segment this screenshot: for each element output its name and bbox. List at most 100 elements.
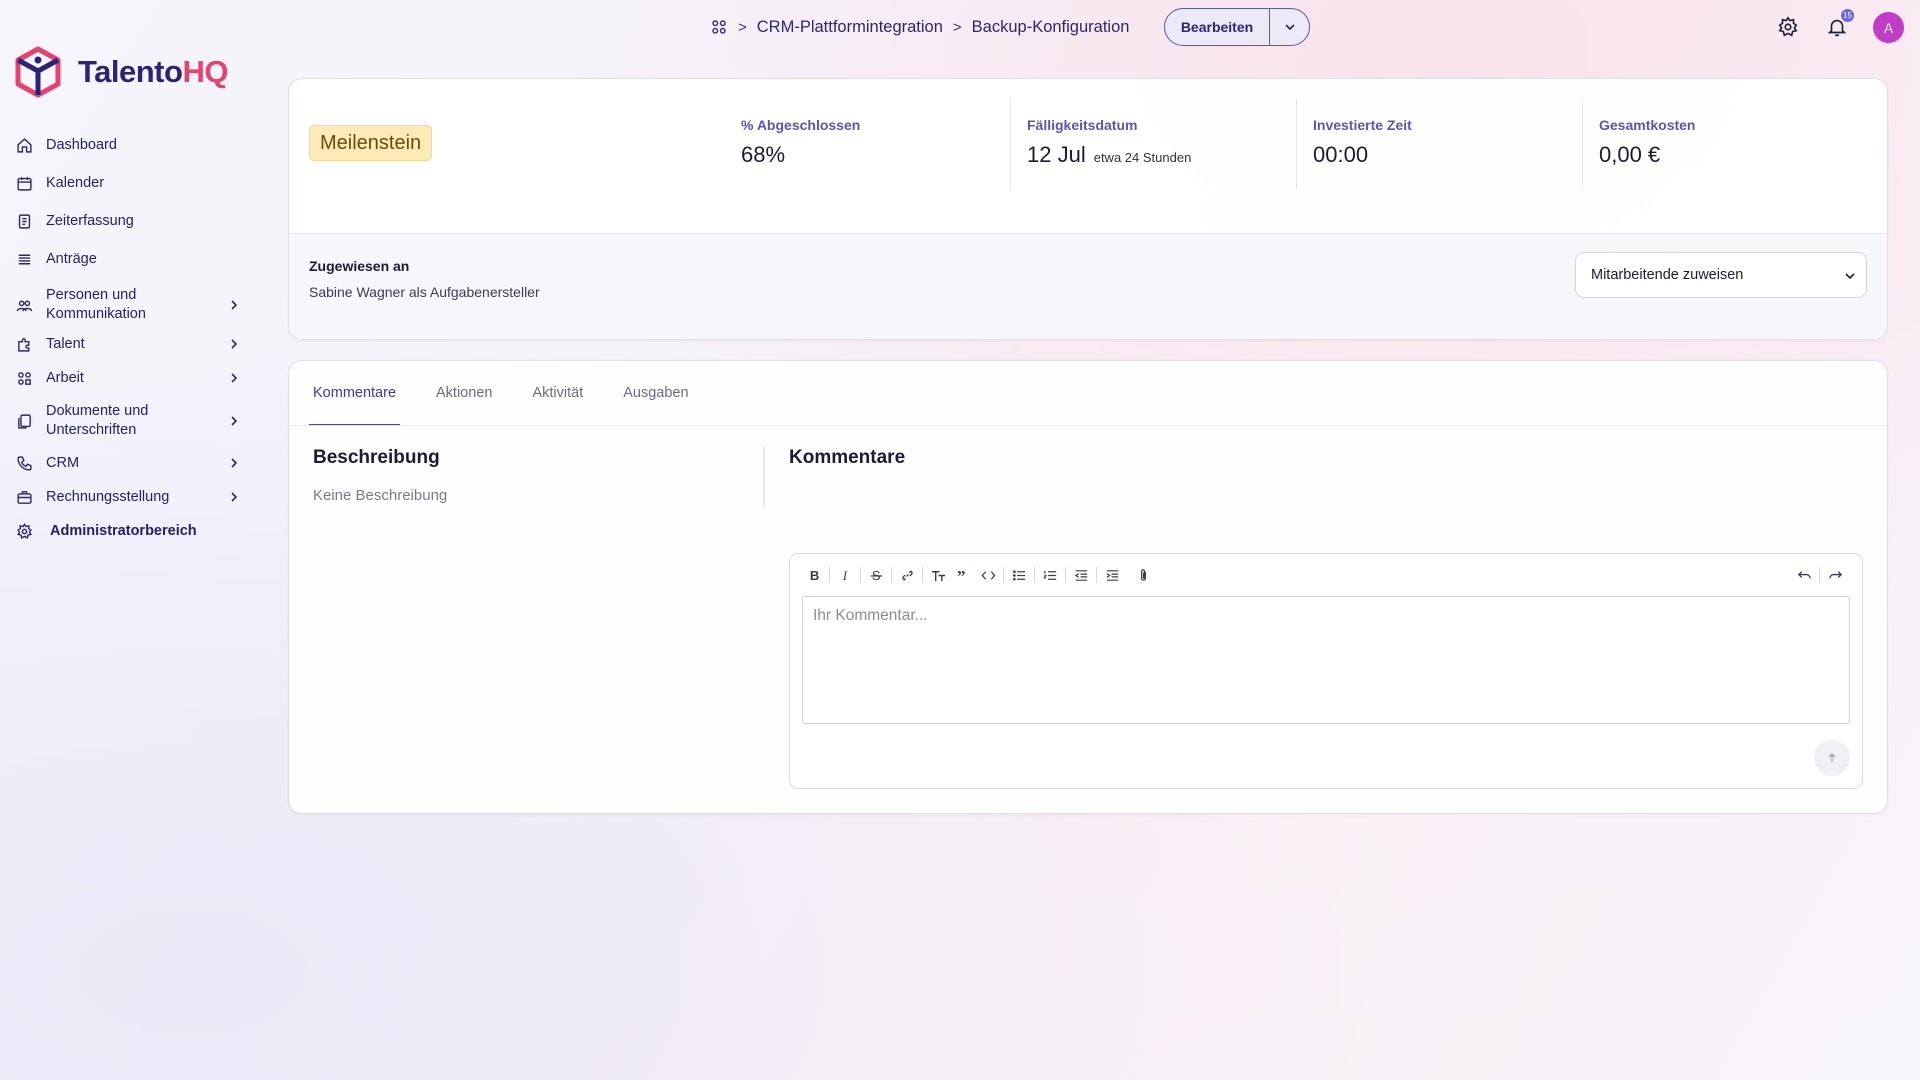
italic-icon: I: [841, 568, 847, 583]
chevron-down-icon: [1284, 24, 1295, 31]
sidebar-item-label: Dokumente und Unterschriften: [46, 403, 149, 438]
puzzle-icon: [12, 334, 40, 354]
breadcrumb-item-project[interactable]: CRM-Plattformintegration: [757, 18, 943, 37]
tab-aktionen[interactable]: Aktionen: [432, 361, 496, 425]
undo-icon: [1797, 570, 1811, 578]
sidebar-item-administratorbereich[interactable]: Administratorbereich: [12, 519, 244, 543]
sidebar-item-label: Zeiterfassung: [46, 212, 134, 229]
edit-dropdown-button[interactable]: [1269, 9, 1309, 45]
strikethrough-button[interactable]: S: [866, 564, 886, 586]
task-stats-row: Meilenstein % Abgeschlossen 68% Fälligke…: [289, 79, 1887, 233]
arrow-up-icon: [1828, 753, 1836, 762]
notification-count-badge: 15: [1841, 9, 1854, 22]
bold-icon: B: [809, 568, 818, 583]
settings-button[interactable]: [1775, 14, 1801, 40]
editor-history-toolbar: [1794, 564, 1850, 586]
outdent-button[interactable]: [1071, 564, 1091, 586]
toolbar-divider: [1819, 567, 1820, 583]
stat-total-cost: Gesamtkosten 0,00 €: [1582, 99, 1868, 189]
sidebar-item-rechnungsstellung[interactable]: Rechnungsstellung: [12, 485, 244, 509]
breadcrumb-item-task[interactable]: Backup-Konfiguration: [972, 18, 1130, 37]
sidebar-item-antraege[interactable]: Anträge: [12, 247, 244, 271]
sidebar-item-zeiterfassung[interactable]: Zeiterfassung: [12, 209, 244, 233]
toolbar-divider: [1096, 567, 1097, 583]
logo-text: TalentoHQ: [78, 54, 228, 90]
assign-employees-select[interactable]: Mitarbeitende zuweisen: [1575, 252, 1867, 298]
breadcrumb-separator-icon: >: [738, 18, 747, 36]
text-size-icon: [931, 570, 945, 581]
send-comment-button[interactable]: [1814, 740, 1850, 776]
edit-button-group: Bearbeiten: [1164, 8, 1310, 46]
chevron-right-icon: [231, 339, 238, 349]
sidebar-item-label: Dashboard: [46, 136, 117, 153]
list-icon: [12, 249, 40, 269]
attach-button[interactable]: [1133, 564, 1153, 586]
edit-button[interactable]: Bearbeiten: [1165, 9, 1269, 45]
stat-time-spent: Investierte Zeit 00:00: [1296, 99, 1582, 189]
stat-value: 00:00: [1313, 142, 1582, 168]
sidebar-item-personen[interactable]: Personen und Kommunikation: [12, 284, 244, 326]
numbered-list-button[interactable]: [1040, 564, 1060, 586]
stat-label: Investierte Zeit: [1313, 117, 1412, 133]
numbered-list-icon: [1042, 570, 1056, 580]
assign-select-value: Mitarbeitende zuweisen: [1591, 267, 1744, 283]
sidebar-item-crm[interactable]: CRM: [12, 451, 244, 475]
tab-kommentare[interactable]: Kommentare: [309, 361, 401, 426]
svg-text:”: ”: [956, 568, 964, 583]
chevron-right-icon: [231, 373, 238, 383]
comment-input[interactable]: Ihr Kommentar...: [802, 596, 1850, 724]
sidebar-item-kalender[interactable]: Kalender: [12, 171, 244, 195]
link-button[interactable]: [897, 564, 917, 586]
stat-value-text: 68%: [741, 142, 786, 167]
task-type-badge: Meilenstein: [309, 125, 433, 161]
chevron-right-icon: [231, 492, 238, 502]
toolbar-divider: [1034, 567, 1035, 583]
sidebar-item-talent[interactable]: Talent: [12, 332, 244, 356]
home-icon: [12, 135, 40, 155]
logo[interactable]: TalentoHQ: [14, 46, 228, 98]
toolbar-divider: [860, 567, 861, 583]
people-icon: [12, 295, 40, 315]
bullet-list-icon: [1012, 569, 1025, 581]
outdent-icon: [1074, 569, 1087, 581]
notifications-button[interactable]: 15: [1824, 9, 1854, 40]
logo-text-talento: Talento: [78, 54, 183, 89]
comments-title: Kommentare: [789, 447, 906, 468]
stat-value: 0,00 €: [1599, 142, 1868, 168]
redo-button[interactable]: [1825, 564, 1845, 586]
code-icon: [981, 570, 995, 580]
apps-grid-icon[interactable]: [710, 18, 728, 36]
italic-button[interactable]: I: [835, 564, 855, 586]
strikethrough-icon: S: [870, 568, 882, 583]
sidebar-item-label: Talent: [46, 335, 85, 352]
tab-aktivitaet[interactable]: Aktivität: [528, 361, 587, 425]
avatar[interactable]: A: [1873, 12, 1904, 43]
svg-text:I: I: [841, 568, 847, 583]
sidebar-item-label: Kalender: [46, 174, 105, 191]
editor-toolbar: B I S ”: [804, 564, 1158, 586]
indent-button[interactable]: [1102, 564, 1122, 586]
toolbar-divider: [922, 567, 923, 583]
bullet-list-button[interactable]: [1009, 564, 1029, 586]
assigned-text: Sabine Wagner als Aufgabenersteller: [309, 284, 540, 300]
heading-button[interactable]: [928, 564, 948, 586]
phone-icon: [12, 453, 40, 473]
stat-value-text: 12 Jul: [1027, 142, 1086, 167]
sidebar-item-label: Personen und Kommunikation: [46, 287, 146, 322]
toolbar-divider: [1003, 567, 1004, 583]
breadcrumb: > CRM-Plattformintegration > Backup-Konf…: [710, 14, 1129, 40]
undo-button[interactable]: [1794, 564, 1814, 586]
code-button[interactable]: [978, 564, 998, 586]
sidebar-item-arbeit[interactable]: Arbeit: [12, 366, 244, 390]
tab-ausgaben[interactable]: Ausgaben: [619, 361, 692, 425]
sidebar-item-dokumente[interactable]: Dokumente und Unterschriften: [12, 400, 244, 442]
stat-value-text: 0,00 €: [1599, 142, 1661, 167]
task-overview-card: Meilenstein % Abgeschlossen 68% Fälligke…: [288, 78, 1888, 340]
stat-value-text: 00:00: [1313, 142, 1369, 167]
bold-button[interactable]: B: [804, 564, 824, 586]
sidebar-item-dashboard[interactable]: Dashboard: [12, 133, 244, 157]
redo-icon: [1828, 570, 1842, 578]
logo-text-hq: HQ: [182, 54, 228, 89]
column-divider: [763, 447, 765, 507]
quote-button[interactable]: ”: [953, 564, 973, 586]
